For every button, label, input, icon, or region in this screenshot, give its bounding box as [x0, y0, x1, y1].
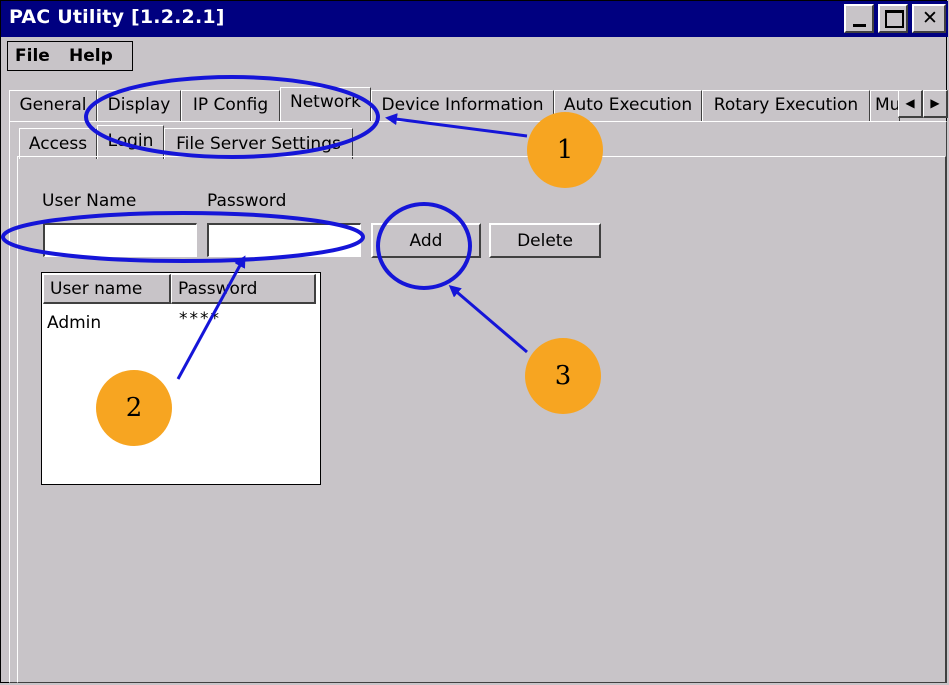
subtab-file-server-settings[interactable]: File Server Settings — [164, 128, 353, 159]
pac-utility-window: PAC Utility [1.2.2.1] ✕ File Help Genera… — [0, 0, 948, 683]
minimize-button[interactable] — [844, 4, 874, 33]
close-icon: ✕ — [922, 7, 938, 29]
password-label: Password — [207, 191, 287, 211]
menu-help[interactable]: Help — [69, 46, 113, 66]
chevron-right-icon: ▶ — [930, 96, 940, 110]
main-tabs: General Display IP Config Network Device… — [9, 87, 948, 122]
annotation-badge-3: 3 — [525, 338, 601, 414]
subtab-access[interactable]: Access — [19, 128, 97, 159]
user-name-input[interactable] — [43, 223, 197, 257]
password-input[interactable] — [207, 223, 361, 257]
user-list[interactable]: User name Password Admin **** — [41, 272, 321, 485]
minimize-icon — [853, 24, 866, 27]
maximize-button[interactable] — [878, 4, 908, 33]
tab-ip-config[interactable]: IP Config — [181, 90, 280, 121]
list-item-password[interactable]: **** — [179, 309, 221, 329]
tab-scroll-left-button[interactable]: ◀ — [898, 90, 923, 118]
tab-display[interactable]: Display — [97, 90, 181, 121]
menu-bar: File Help — [7, 41, 133, 71]
tab-device-information[interactable]: Device Information — [371, 90, 554, 121]
tab-general[interactable]: General — [9, 90, 97, 121]
column-header-user-name[interactable]: User name — [43, 274, 171, 304]
close-button[interactable]: ✕ — [912, 4, 946, 33]
tab-scroll-right-button[interactable]: ▶ — [923, 90, 948, 118]
annotation-badge-2: 2 — [96, 370, 172, 446]
title-bar[interactable]: PAC Utility [1.2.2.1] ✕ — [1, 1, 948, 37]
window-title: PAC Utility [1.2.2.1] — [9, 6, 225, 28]
user-name-label: User Name — [42, 191, 137, 211]
tab-mu-truncated[interactable]: Mu — [870, 90, 900, 121]
chevron-left-icon: ◀ — [905, 96, 915, 110]
annotation-badge-1: 1 — [527, 112, 603, 188]
tab-rotary-execution[interactable]: Rotary Execution — [702, 90, 870, 121]
tab-network[interactable]: Network — [280, 87, 371, 122]
list-item-user[interactable]: Admin — [47, 313, 101, 333]
column-header-password[interactable]: Password — [171, 274, 316, 304]
menu-file[interactable]: File — [15, 46, 50, 66]
delete-button[interactable]: Delete — [489, 223, 601, 258]
add-button[interactable]: Add — [371, 223, 481, 258]
subtab-login[interactable]: Login — [97, 125, 164, 159]
maximize-icon — [885, 10, 904, 28]
